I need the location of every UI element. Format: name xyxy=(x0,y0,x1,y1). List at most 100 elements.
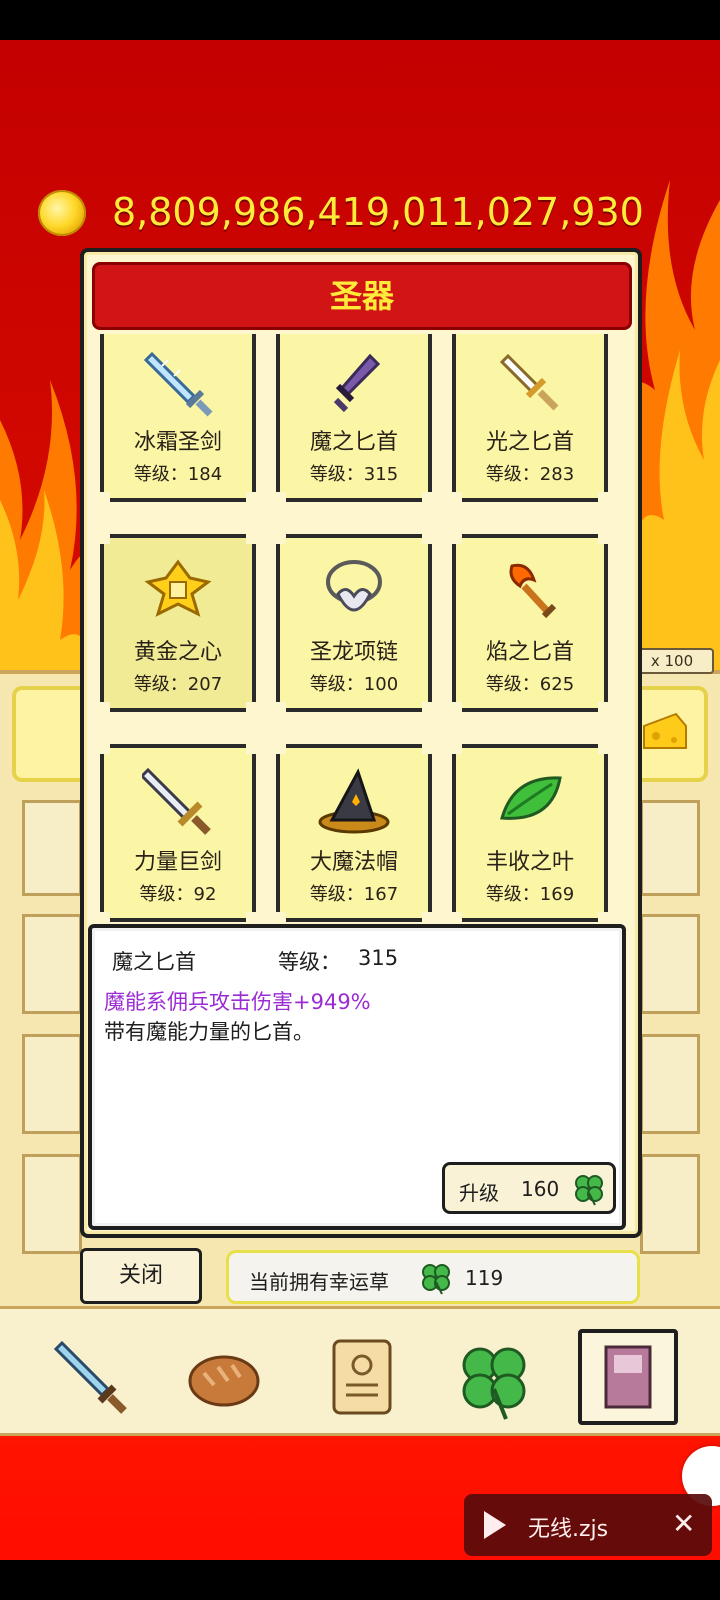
background-cell xyxy=(640,1034,700,1134)
clover-balance: 当前拥有幸运草 119 xyxy=(226,1250,640,1304)
card-corner xyxy=(100,492,110,502)
nav-food[interactable] xyxy=(174,1329,274,1425)
card-corner xyxy=(246,534,256,544)
wizard-hat-icon xyxy=(318,768,390,834)
card-corner xyxy=(598,492,608,502)
video-label: 无线.zjs xyxy=(528,1517,609,1542)
card-corner xyxy=(100,912,110,922)
card-corner xyxy=(452,912,462,922)
background-cell xyxy=(22,1154,82,1254)
clover-balance-label: 当前拥有幸运草 xyxy=(249,1270,389,1294)
bottom-nav xyxy=(0,1306,720,1436)
play-icon[interactable] xyxy=(484,1511,506,1539)
background-cell xyxy=(22,1034,82,1134)
nav-relics[interactable] xyxy=(578,1329,678,1425)
book-icon xyxy=(604,1345,652,1409)
detail-item-name: 魔之匕首 xyxy=(112,950,196,974)
relic-card[interactable]: 光之匕首 等级：283 xyxy=(452,334,608,502)
card-corner xyxy=(598,534,608,544)
nav-weapons[interactable] xyxy=(42,1329,142,1425)
card-corner xyxy=(422,492,432,502)
relic-card[interactable]: 黄金之心 等级：207 xyxy=(100,534,256,712)
card-corner xyxy=(422,744,432,754)
close-button[interactable]: 关闭 xyxy=(80,1248,202,1304)
card-corner xyxy=(246,744,256,754)
card-corner xyxy=(276,702,286,712)
relic-name: 圣龙项链 xyxy=(309,640,398,665)
card-corner xyxy=(452,534,462,544)
card-corner xyxy=(422,702,432,712)
relic-level: 等级：184 xyxy=(133,464,223,485)
harvest-leaf-icon xyxy=(500,776,562,820)
card-corner xyxy=(246,912,256,922)
card-corner xyxy=(452,744,462,754)
upgrade-label: 升级 xyxy=(459,1181,499,1205)
magic-dagger-icon xyxy=(333,353,381,413)
card-corner xyxy=(100,534,110,544)
relic-card[interactable]: 力量巨剑等级：92 xyxy=(100,744,256,922)
cheese-icon xyxy=(643,712,687,749)
detail-level-label: 等级： xyxy=(278,950,341,974)
sword-icon xyxy=(53,1340,127,1414)
quantity-badge: x 100 xyxy=(630,648,714,674)
background-cell xyxy=(22,914,82,1014)
relic-level: 等级：207 xyxy=(133,674,223,695)
dialog-title-bar: 圣器 xyxy=(92,262,632,330)
system-nav-bar xyxy=(0,1560,720,1600)
status-bar xyxy=(0,0,720,40)
clover-icon xyxy=(422,1264,450,1295)
video-overlay-chip[interactable]: 无线.zjs ✕ xyxy=(464,1494,712,1556)
card-corner xyxy=(276,912,286,922)
nav-scrolls[interactable] xyxy=(312,1329,412,1425)
relic-name: 力量巨剑 xyxy=(133,850,222,875)
relic-level: 等级：315 xyxy=(309,464,399,485)
nav-clover[interactable] xyxy=(444,1329,544,1425)
light-dagger-icon xyxy=(499,353,559,411)
flame-dagger-icon xyxy=(509,563,557,619)
relic-level: 等级：169 xyxy=(485,884,575,905)
clover-count: 119 xyxy=(465,1266,504,1290)
relic-level: 等级：625 xyxy=(485,674,575,695)
relic-card[interactable]: 焰之匕首 等级：625 xyxy=(452,534,608,712)
power-greatsword-icon xyxy=(142,767,211,835)
detail-level-value: 315 xyxy=(358,946,399,970)
relic-detail-panel: 魔之匕首 等级： 315 魔能系佣兵攻击伤害+949% 带有魔能力量的匕首。 升… xyxy=(88,924,626,1230)
background-cell xyxy=(640,800,700,896)
clover-icon xyxy=(575,1175,603,1206)
dialog-title: 圣器 xyxy=(329,277,394,315)
card-corner xyxy=(276,744,286,754)
card-corner xyxy=(276,492,286,502)
coin-value: 8,809,986,419,011,027,930 xyxy=(112,190,644,234)
relic-name: 丰收之叶 xyxy=(485,850,574,875)
card-corner xyxy=(598,702,608,712)
relic-card[interactable]: 冰霜圣剑等级：184 xyxy=(100,334,256,502)
background-cell xyxy=(22,800,82,896)
scroll-icon xyxy=(332,1339,392,1415)
card-corner xyxy=(598,912,608,922)
clover-icon xyxy=(462,1347,526,1420)
background-cell xyxy=(640,914,700,1014)
close-icon[interactable]: ✕ xyxy=(672,1506,695,1542)
relic-card[interactable]: 圣龙项链等级：100 xyxy=(276,534,432,712)
upgrade-cost: 160 xyxy=(521,1177,560,1201)
frost-sword-icon xyxy=(143,351,213,417)
card-corner xyxy=(598,744,608,754)
relic-level: 等级：92 xyxy=(139,884,217,905)
relic-name: 冰霜圣剑 xyxy=(133,430,222,455)
upgrade-button[interactable]: 升级 160 xyxy=(442,1162,616,1214)
background-cell xyxy=(640,1154,700,1254)
card-corner xyxy=(422,534,432,544)
card-corner xyxy=(100,702,110,712)
relic-level: 等级：100 xyxy=(309,674,399,695)
detail-effect-text: 魔能系佣兵攻击伤害+949% xyxy=(104,990,371,1014)
relic-card[interactable]: 魔之匕首 等级：315 xyxy=(276,334,432,502)
relic-level: 等级：167 xyxy=(309,884,399,905)
detail-description: 带有魔能力量的匕首。 xyxy=(104,1020,314,1044)
relic-name: 光之匕首 xyxy=(485,430,574,455)
relic-name: 大魔法帽 xyxy=(309,850,398,875)
card-corner xyxy=(276,534,286,544)
card-corner xyxy=(422,912,432,922)
relic-card[interactable]: 大魔法帽等级：167 xyxy=(276,744,432,922)
bread-icon xyxy=(188,1355,260,1407)
relic-card[interactable]: 丰收之叶等级：169 xyxy=(452,744,608,922)
